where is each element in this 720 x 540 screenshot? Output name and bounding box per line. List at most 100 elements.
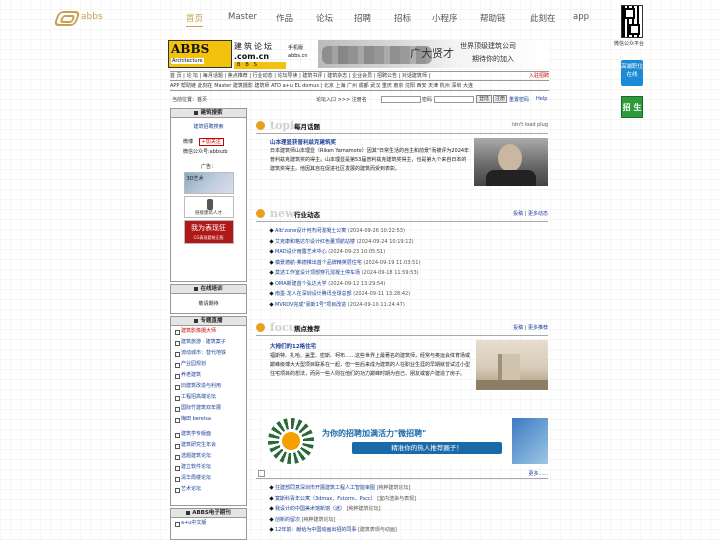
- city-links[interactable]: APP 帮助链 此刻在 Master 建筑摄影 建筑师 ATD a+u EL d…: [170, 82, 549, 89]
- list-item[interactable]: MVRDV完成"豪斯1号"项目改造 (2024-09-10 11:24:47): [269, 300, 540, 311]
- bullet-icon: [269, 291, 274, 296]
- nav-miniapp[interactable]: 小程序: [432, 12, 458, 24]
- more-focus-link[interactable]: 更多推荐: [528, 325, 548, 331]
- bullet-icon: [269, 228, 274, 233]
- feature-body: 日本建筑师山本理显（Riken Yamamoto）因其"日常生活的自主和前景"而…: [270, 148, 470, 172]
- training-box: 在线培训 敬请期待: [170, 284, 247, 314]
- header-banner: ABBS Architecture 建筑论坛 .com.cn BBS 手机版 a…: [168, 40, 548, 70]
- reset-password-link[interactable]: 重置密码: [509, 96, 529, 103]
- micro-recruit-ad[interactable]: 为你的招聘加满活力"微招聘" 精准你的热人推荐圈子！: [262, 418, 548, 464]
- ad-talent-link[interactable]: 链接建筑人才: [183, 196, 234, 218]
- ad-render-suite[interactable]: 我为表现狂 CG表现套装正版: [183, 220, 234, 244]
- list-item[interactable]: 养老建筑: [171, 370, 246, 381]
- nav-home[interactable]: 首页: [186, 12, 204, 27]
- portrait-body: [486, 170, 536, 186]
- forum-highlights: 更多...... 住建部同意深圳市开展建筑工程人工智能审图 [纯粹建筑论坛] 寞…: [256, 468, 548, 540]
- list-item[interactable]: a+u中文版: [171, 518, 246, 529]
- feature-photo[interactable]: [474, 138, 548, 186]
- forum-list: 住建部同意深圳市开展建筑工程人工智能审图 [纯粹建筑论坛] 寞斯科青年公寓（3d…: [269, 483, 546, 536]
- weibo-row: 微博 +加关注: [183, 138, 246, 146]
- list-item[interactable]: 槙景德航-弗德推出首个品牌精英层住宅 (2024-09-19 11:03:51): [269, 258, 540, 269]
- portrait-face: [498, 144, 522, 172]
- list-item[interactable]: 寞斯科青年公寓（3dmax、Fstorm、Pscc） [室内渲染与表现]: [269, 494, 546, 505]
- list-item[interactable]: 建筑研究生年会: [171, 440, 246, 451]
- plugin-error: ldn't load plug: [512, 122, 548, 128]
- list-item[interactable]: 12年前：献给为中国动画出招的同事 [建筑表现与动画]: [269, 525, 546, 536]
- abbs-logo[interactable]: ABBS Architecture: [168, 40, 232, 68]
- list-item[interactable]: 创新的留次 [纯粹建筑论坛]: [269, 515, 546, 526]
- feature-title[interactable]: 大拇们的12格住宅: [270, 342, 316, 350]
- bullet-icon: [194, 110, 199, 115]
- submit-link[interactable]: 投稿: [513, 211, 523, 217]
- list-item[interactable]: 南墨·龙人在深圳设计腾讯全球总部 (2024-09-11 13:28:42): [269, 289, 540, 300]
- bullet-icon: [194, 286, 199, 291]
- list-item[interactable]: 我设计的中国美术馆新馆（迷） [纯粹建筑论坛]: [269, 504, 546, 515]
- list-item[interactable]: 流动城市：替代地铁: [171, 348, 246, 359]
- list-item[interactable]: 莫述工作室设计顶部穿孔混凝土停车场 (2024-09-18 11:59:53): [269, 268, 540, 279]
- nav-tender[interactable]: 招标: [394, 12, 411, 24]
- ad-3d-art[interactable]: 3D艺术: [183, 172, 234, 194]
- more-news-link[interactable]: 更多动态: [528, 211, 548, 217]
- more-forum-link[interactable]: 更多......: [528, 470, 548, 477]
- section-title: 焦点推荐: [294, 325, 320, 333]
- bullet-icon: [269, 516, 274, 522]
- recruit-banner-ad[interactable]: 广大贤才 世界顶级建筑公司 期待你的加入: [318, 40, 548, 68]
- list-item[interactable]: 工程招高端论坛: [171, 392, 246, 403]
- list-item[interactable]: 艺术论坛: [171, 484, 246, 495]
- list-item[interactable]: Alb'zone设计何杰闲混凝土公寓 (2024-09-26 10:22:53): [269, 226, 540, 237]
- logo-icon: [56, 9, 76, 25]
- list-item[interactable]: MAD设计雨露艺术中心 (2024-09-23 10:05:51): [269, 247, 540, 258]
- list-item[interactable]: 建筑旅游 · 建筑案子: [171, 337, 246, 348]
- ad-label: 广告：: [201, 164, 217, 170]
- job-search-link[interactable]: 建筑招聘搜索: [171, 123, 246, 130]
- feature-photo[interactable]: [476, 340, 548, 390]
- nav-app[interactable]: app: [573, 12, 589, 22]
- feature-title[interactable]: 山本理显获普利兹克建筑奖: [270, 138, 336, 146]
- nav-jobs[interactable]: 招聘: [354, 12, 371, 24]
- wechat-qr-code: [621, 5, 643, 38]
- bullet-icon: [269, 301, 274, 307]
- list-item[interactable]: 梅田 bereisa: [171, 414, 246, 425]
- logo-text: abbs: [81, 12, 103, 22]
- nav-now[interactable]: 此刻在: [530, 12, 556, 24]
- help-link[interactable]: Help: [536, 96, 547, 102]
- list-item[interactable]: 建立软件论坛: [171, 462, 246, 473]
- bullet-icon: [269, 259, 274, 265]
- list-item[interactable]: 旧建筑改造与利用: [171, 381, 246, 392]
- topic-icon: [256, 121, 265, 130]
- username-input[interactable]: [381, 96, 421, 103]
- list-item[interactable]: 选题建筑论坛: [171, 451, 246, 462]
- list-item[interactable]: 建筑影像摄大师: [171, 326, 246, 337]
- list-item[interactable]: 建筑学专版面: [171, 429, 246, 440]
- news-list: Alb'zone设计何杰闲混凝土公寓 (2024-09-26 10:22:53)…: [269, 226, 540, 311]
- list-item[interactable]: 住建部同意深圳市开展建筑工程人工智能审图 [纯粹建筑论坛]: [269, 483, 546, 494]
- nav-helpchain[interactable]: 帮助链: [480, 12, 506, 24]
- industry-news-section: news 行业动态 投稿 | 更多动态 Alb'zone设计何杰闲混凝土公寓 (…: [256, 206, 548, 314]
- house-shape: [498, 354, 520, 382]
- search-box: 建筑搜索 建筑招聘搜索 微博 +加关注 微信公众号:abbszb 广告： 3D艺…: [170, 108, 247, 282]
- bbs-strip: BBS: [234, 62, 286, 69]
- password-input[interactable]: [434, 96, 474, 103]
- nav-works[interactable]: 作品: [276, 12, 293, 24]
- nav-forum[interactable]: 论坛: [316, 12, 333, 24]
- breadcrumb: 当前位置：首页: [172, 97, 208, 103]
- password-label: 密码: [422, 97, 433, 103]
- forum-name: 建筑论坛: [234, 42, 274, 51]
- follow-button[interactable]: +加关注: [198, 138, 224, 146]
- join-recruit-link[interactable]: 入驻招聘: [529, 72, 549, 79]
- list-item[interactable]: 国际竹建筑双年展: [171, 403, 246, 414]
- mobile-link[interactable]: 手机版 abbs.cn: [288, 44, 308, 60]
- bullet-icon: [269, 495, 274, 501]
- login-button[interactable]: 登陆: [476, 95, 492, 103]
- list-item[interactable]: 清华局楼论坛: [171, 473, 246, 484]
- submit-link[interactable]: 投稿: [513, 325, 523, 331]
- register-button[interactable]: 注册: [493, 95, 507, 103]
- nav-master[interactable]: Master: [228, 12, 257, 22]
- site-logo[interactable]: abbs: [56, 9, 103, 25]
- enrollment-badge[interactable]: 招 生: [621, 96, 643, 118]
- list-item[interactable]: 艾克康和格达尔设计红色董顶航站楼 (2024-09-24 10:19:12): [269, 237, 540, 248]
- list-item[interactable]: 产业园规划: [171, 359, 246, 370]
- section-links[interactable]: 首 页 | 论 坛 | 每月话题 | 焦点推荐 | 行业动态 | 论坛导读 | …: [170, 72, 549, 79]
- list-item[interactable]: OMA新建首个弘达大学 (2024-09-12 13:29:54): [269, 279, 540, 290]
- online-jobs-badge[interactable]: 高端职位 在线: [621, 60, 643, 86]
